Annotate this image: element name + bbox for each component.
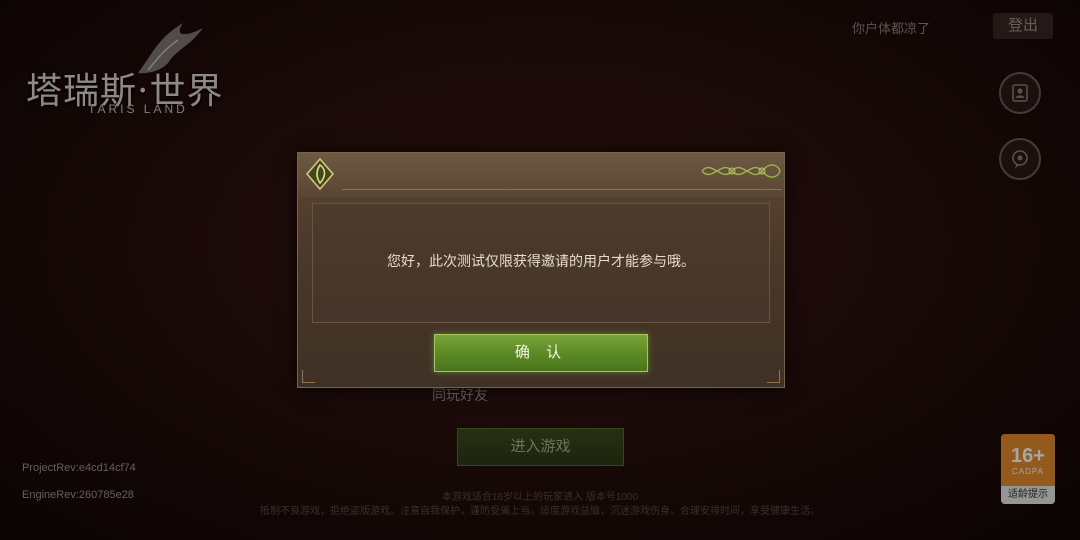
dialog-emblem-icon (305, 157, 335, 191)
dialog-message: 您好，此次测试仅限获得邀请的用户才能参与哦。 (387, 253, 695, 269)
celtic-knot-ornament-icon (701, 164, 781, 178)
corner-ornament-left (302, 370, 315, 383)
header-divider (342, 189, 782, 190)
confirm-button[interactable]: 确 认 (434, 334, 648, 372)
invite-only-dialog: 您好，此次测试仅限获得邀请的用户才能参与哦。 确 认 (297, 152, 785, 388)
dialog-header (298, 153, 784, 197)
corner-ornament-right (767, 370, 780, 383)
